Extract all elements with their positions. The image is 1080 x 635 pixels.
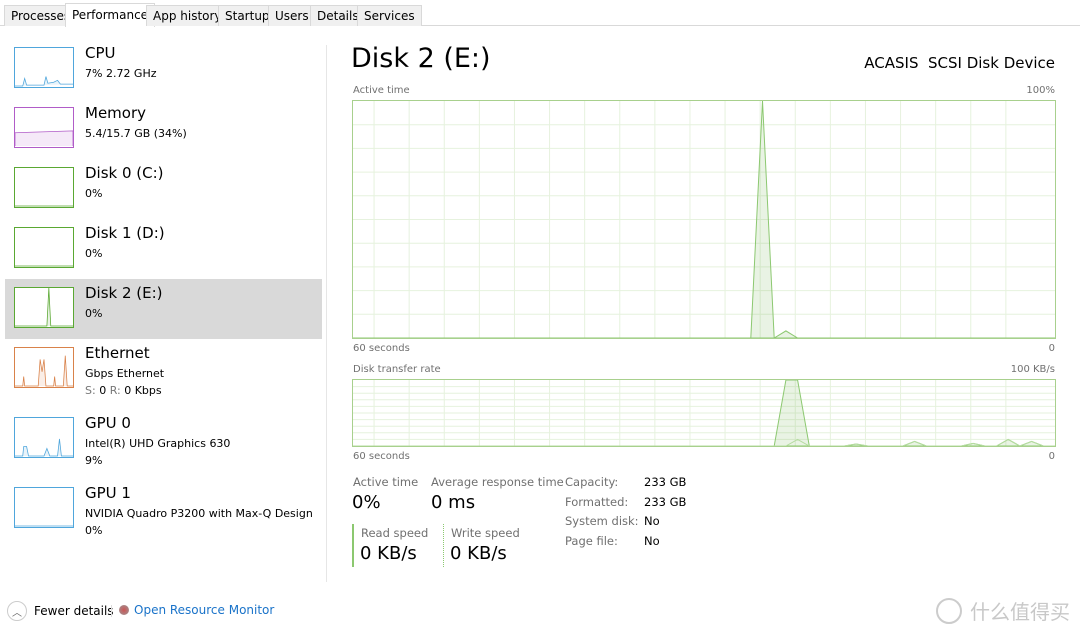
fewer-details-button[interactable]: ︿ Fewer details [7,601,114,621]
write-speed-marker [443,524,444,567]
sidebar-item-cpu[interactable]: CPU 7% 2.72 GHz [5,39,322,99]
secondary-series-line [353,438,1055,447]
read-speed-label: Read speed [361,526,429,540]
transfer-rate-chart [352,379,1056,447]
page-title: Disk 2 (E:) [351,43,491,74]
property-label: System disk: [565,514,639,528]
sidebar-item-title: Disk 1 (D:) [85,224,165,242]
sidebar-item-title: Disk 2 (E:) [85,284,163,302]
sidebar-item-detail: 0% [85,524,103,537]
sidebar-item-title: CPU [85,44,116,62]
sidebar-item-disk-0-c[interactable]: Disk 0 (C:) 0% [5,159,322,219]
read-speed-marker [352,524,354,567]
sidebar-item-title: Memory [85,104,147,122]
sidebar-item-detail: 0% [85,187,103,200]
chart-title: Active time [353,85,410,96]
resource-monitor-icon [119,605,129,615]
thumbnail-graph [14,167,74,208]
write-speed-value: 0 KB/s [450,543,507,564]
sidebar-item-disk-1-d[interactable]: Disk 1 (D:) 0% [5,219,322,279]
watermark-text: 什么值得买 [970,600,1070,624]
open-resource-monitor-link[interactable]: Open Resource Monitor [119,603,274,617]
fewer-details-label: Fewer details [34,604,114,618]
thumbnail-graph [14,417,74,458]
tab-bar: Processes Performance App history Startup Us… [0,3,1080,27]
sidebar-item-detail: Gbps Ethernet [85,367,165,380]
sidebar-item-gpu-1[interactable]: GPU 1 NVIDIA Quadro P3200 with Max-Q Desi… [5,479,322,539]
active-time-chart [352,100,1056,339]
divider [326,45,327,582]
property-value: 233 GB [644,494,687,509]
sidebar-item-detail: Intel(R) UHD Graphics 630 [85,437,231,450]
sidebar-item-detail: 0% [85,247,103,260]
send-value: 0 [99,384,107,397]
tab-services[interactable]: Services [357,5,422,26]
response-time-label: Average response time [431,475,564,489]
tab-performance[interactable]: Performance [65,3,156,27]
thumbnail-graph [14,107,74,148]
sidebar-item-detail: 5.4/15.7 GB (34%) [85,127,187,140]
chart-xlabel-right: 0 [1048,343,1055,354]
thumbnail-graph [14,227,74,268]
sidebar-item-gpu-0[interactable]: GPU 0 Intel(R) UHD Graphics 630 9% [5,409,322,469]
response-time-value: 0 ms [431,492,476,513]
read-speed-value: 0 KB/s [360,543,417,564]
property-value: No [644,533,660,548]
thumbnail-graph [14,47,74,88]
write-speed-label: Write speed [451,526,520,540]
property-label: Capacity: [565,475,619,489]
receive-value: 0 Kbps [124,384,162,397]
sidebar-item-title: GPU 0 [85,414,131,432]
device-name: ACASIS SCSI Disk Device [864,54,1055,72]
sidebar-item-title: Ethernet [85,344,150,362]
sidebar-item-detail: NVIDIA Quadro P3200 with Max-Q Design [85,507,313,520]
sidebar-item-detail: 7% 2.72 GHz [85,67,157,80]
sidebar-item-memory[interactable]: Memory 5.4/15.7 GB (34%) [5,99,322,159]
sidebar-item-title: GPU 1 [85,484,131,502]
active-time-label: Active time [353,475,419,489]
open-resource-monitor-label: Open Resource Monitor [134,603,275,617]
sidebar-item-detail: 9% [85,454,103,467]
receive-label: R: [109,384,121,397]
chart-xlabel-left: 60 seconds [353,451,410,462]
watermark-logo: 什么值得买 [936,596,1070,625]
tab-app-history[interactable]: App history [146,5,229,26]
chart-xlabel-left: 60 seconds [353,343,410,354]
tab-users[interactable]: Users [268,5,316,26]
sidebar-item-disk-2-e[interactable]: Disk 2 (E:) 0% [5,279,322,339]
chevron-up-icon: ︿ [7,601,27,621]
property-label: Formatted: [565,494,629,509]
sidebar-item-detail: 0% [85,307,103,320]
property-value: 233 GB [644,475,687,489]
active-time-value: 0% [352,492,381,513]
thumbnail-graph [14,347,74,388]
property-label: Page file: [565,533,618,548]
sidebar-item-ethernet[interactable]: Ethernet Gbps Ethernet S: 0 R: 0 Kbps [5,339,322,399]
footer-divider [111,605,112,617]
chart-xlabel-right: 0 [1048,451,1055,462]
chart-ymax: 100 KB/s [1010,364,1055,375]
send-label: S: [85,384,96,397]
sidebar-item-title: Disk 0 (C:) [85,164,164,182]
chart-ymax: 100% [1026,85,1055,96]
property-value: No [644,514,660,528]
watermark-icon [936,597,962,624]
thumbnail-graph [14,487,74,528]
chart-title: Disk transfer rate [353,364,441,375]
thumbnail-graph [14,287,74,328]
